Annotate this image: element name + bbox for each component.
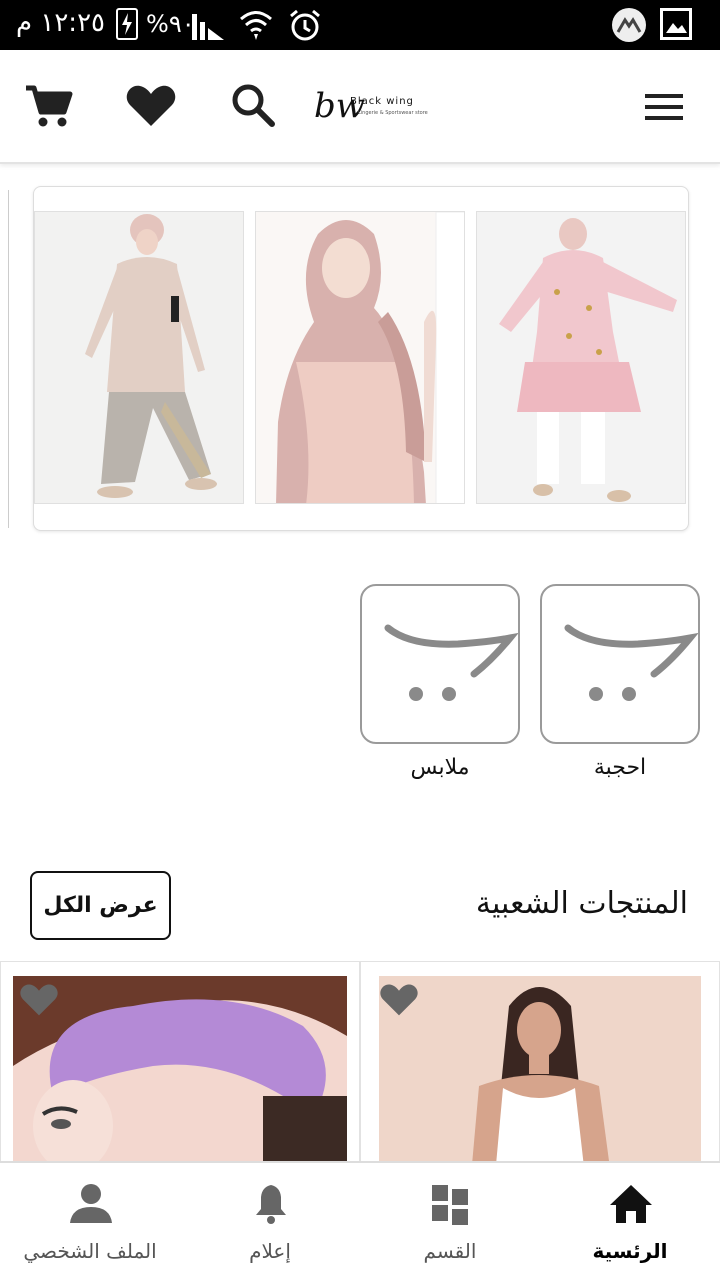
category-label-hijabs: احجبة (593, 755, 647, 780)
gallery-icon (660, 8, 692, 40)
alarm-icon (290, 9, 320, 41)
product-card[interactable] (360, 961, 720, 1171)
banner-image-1[interactable] (34, 211, 244, 504)
view-all-button[interactable]: عرض الكل (30, 871, 171, 940)
product-image[interactable] (379, 976, 701, 1170)
battery-percent: %٩٠ (146, 10, 195, 38)
banner-image-3[interactable] (476, 211, 686, 504)
bottom-nav: الرئسية القسم إعلام الملف الشخصي (0, 1161, 720, 1282)
status-bar: ١٢:٢٥ م %٩٠ (0, 0, 720, 50)
person-icon (70, 1184, 112, 1223)
banner-carousel[interactable] (33, 186, 689, 531)
banner-image-2[interactable] (255, 211, 465, 504)
tab-notifications[interactable]: إعلام (180, 1163, 360, 1282)
logo-subtext: Lingerie & Sportswear store (358, 110, 428, 116)
cart-icon[interactable] (22, 80, 74, 132)
tab-category[interactable]: القسم (360, 1163, 540, 1282)
product-image[interactable] (13, 976, 347, 1170)
signal-icon (192, 14, 224, 40)
cart-placeholder-icon (564, 624, 699, 701)
product-card[interactable] (0, 961, 360, 1171)
favorite-heart-icon[interactable] (17, 980, 61, 1020)
battery-icon (116, 8, 138, 40)
app-header: bw Black wing Lingerie & Sportswear stor… (0, 50, 720, 164)
category-card-clothes[interactable] (360, 584, 520, 744)
tab-label-notifications: إعلام (249, 1239, 291, 1263)
carousel-prev-peek (0, 190, 9, 528)
bell-icon (256, 1185, 286, 1224)
tab-label-profile: الملف الشخصي (23, 1239, 157, 1263)
tab-profile[interactable]: الملف الشخصي (0, 1163, 180, 1282)
logo-text: Black wing (350, 96, 414, 107)
app-icon (612, 8, 646, 42)
wifi-icon (240, 11, 272, 40)
category-card-hijabs[interactable] (540, 584, 700, 744)
cart-placeholder-icon (384, 624, 519, 701)
category-label-clothes: ملابس (410, 755, 470, 780)
heart-icon[interactable] (124, 80, 178, 132)
home-icon (610, 1185, 652, 1223)
section-title: المنتجات الشعبية (475, 886, 688, 921)
brand-logo[interactable]: bw Black wing Lingerie & Sportswear stor… (314, 84, 434, 128)
menu-icon[interactable] (645, 94, 683, 120)
status-time: ١٢:٢٥ م (16, 8, 105, 38)
tab-label-home: الرئسية (592, 1239, 668, 1263)
tab-home[interactable]: الرئسية (540, 1163, 720, 1282)
category-icon (432, 1185, 468, 1225)
favorite-heart-icon[interactable] (377, 980, 421, 1020)
tab-label-category: القسم (423, 1239, 477, 1263)
search-icon[interactable] (228, 80, 280, 132)
